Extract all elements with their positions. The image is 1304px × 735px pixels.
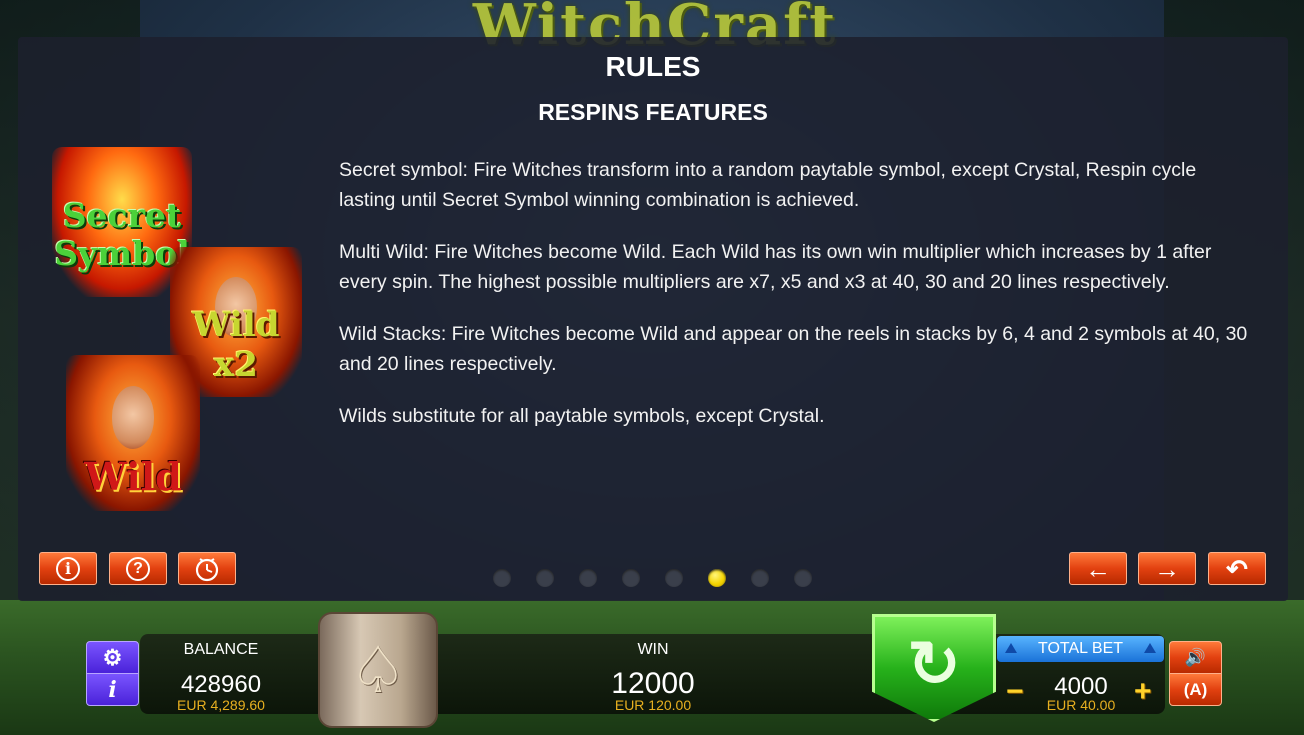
rules-subtitle: RESPINS FEATURES bbox=[538, 99, 768, 125]
wild-label: Wild bbox=[84, 454, 182, 499]
clock-icon bbox=[195, 557, 219, 581]
secret-symbol-label-line1: Secret bbox=[62, 196, 182, 235]
balance-currency: EUR 4,289.60 bbox=[177, 697, 265, 713]
witch-face bbox=[111, 386, 155, 449]
win-currency: EUR 120.00 bbox=[614, 697, 692, 713]
page-dot[interactable] bbox=[794, 569, 812, 587]
rules-panel: RULES RESPINS FEATURES Secret Symbol Wil… bbox=[18, 37, 1288, 601]
help-icon: ? bbox=[126, 556, 150, 581]
gamble-card-button[interactable]: ♤ bbox=[318, 612, 438, 728]
win-label: WIN bbox=[637, 641, 669, 658]
balance-credits: 428960 bbox=[180, 671, 262, 698]
next-page-button[interactable]: → bbox=[1138, 552, 1196, 585]
page-dot[interactable] bbox=[579, 569, 597, 587]
arrow-left-icon: ← bbox=[1085, 553, 1111, 584]
page-dot[interactable] bbox=[751, 569, 769, 587]
previous-page-button[interactable]: ← bbox=[1069, 552, 1127, 585]
gear-icon: ⚙ bbox=[102, 644, 123, 670]
rules-text: Secret symbol: Fire Witches transform in… bbox=[339, 155, 1249, 453]
back-to-game-button[interactable]: ↶ bbox=[1208, 552, 1266, 585]
settings-button[interactable]: ⚙ bbox=[86, 641, 139, 674]
bet-up-triangle-icon bbox=[1005, 643, 1017, 653]
autoplay-button[interactable]: (A) bbox=[1169, 673, 1222, 706]
total-bet-currency: EUR 40.00 bbox=[1046, 697, 1116, 713]
rule-paragraph: Secret symbol: Fire Witches transform in… bbox=[339, 159, 1197, 211]
history-button[interactable] bbox=[178, 552, 236, 585]
game-info-button[interactable]: i bbox=[86, 673, 139, 706]
increase-bet-button[interactable]: + bbox=[1134, 675, 1152, 709]
help-button[interactable]: ? bbox=[109, 552, 167, 585]
rule-paragraph: Multi Wild: Fire Witches become Wild. Ea… bbox=[339, 241, 1212, 293]
sound-button[interactable]: 🔊 bbox=[1169, 641, 1222, 674]
page-dot[interactable] bbox=[493, 569, 511, 587]
decrease-bet-button[interactable]: − bbox=[1006, 675, 1024, 709]
return-icon: ↶ bbox=[1226, 553, 1248, 584]
speaker-icon: 🔊 bbox=[1184, 647, 1207, 667]
rule-paragraph: Wilds substitute for all paytable symbol… bbox=[339, 405, 825, 427]
spin-icon: ↻ bbox=[907, 627, 961, 700]
bet-up-triangle-icon bbox=[1144, 643, 1156, 653]
info-icon: i bbox=[108, 676, 117, 703]
page-dot[interactable] bbox=[622, 569, 640, 587]
total-bet-label: TOTAL BET bbox=[1037, 640, 1124, 657]
spade-icon: ♤ bbox=[349, 633, 407, 706]
page-dot[interactable] bbox=[665, 569, 683, 587]
info-button[interactable]: i bbox=[39, 552, 97, 585]
info-icon: i bbox=[56, 556, 80, 581]
win-credits: 12000 bbox=[611, 667, 695, 700]
arrow-right-icon: → bbox=[1154, 553, 1180, 584]
page-dot-active[interactable] bbox=[708, 569, 726, 587]
total-bet-header: TOTAL BET bbox=[997, 636, 1164, 662]
page-dot[interactable] bbox=[536, 569, 554, 587]
rule-paragraph: Wild Stacks: Fire Witches become Wild an… bbox=[339, 323, 1248, 375]
autoplay-icon: (A) bbox=[1183, 679, 1208, 699]
wild-symbol-image: Wild bbox=[66, 355, 200, 511]
rules-title: RULES bbox=[605, 51, 701, 82]
balance-label: BALANCE bbox=[183, 641, 259, 658]
